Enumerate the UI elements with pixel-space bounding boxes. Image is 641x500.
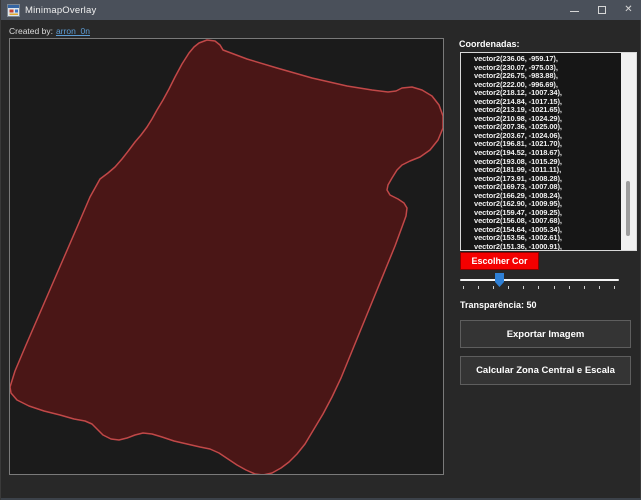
transparency-label: Transparência: 50: [460, 300, 537, 310]
zone-polygon: [10, 40, 443, 474]
created-by-label: Created by:: [9, 26, 53, 36]
coordinates-listbox[interactable]: vector2(236.06, -959.17),vector2(230.07,…: [460, 52, 637, 251]
slider-ticks: [463, 286, 615, 289]
coordinates-label: Coordenadas:: [459, 39, 520, 49]
created-by: Created by:arron_0n: [9, 26, 90, 36]
vertical-scrollbar[interactable]: [621, 53, 636, 250]
author-link[interactable]: arron_0n: [56, 26, 90, 36]
close-button-icon[interactable]: ✕: [615, 0, 641, 20]
choose-color-button[interactable]: Escolher Cor: [460, 252, 539, 270]
window-title: MinimapOverlay: [25, 5, 96, 16]
coordinates-list: vector2(236.06, -959.17),vector2(230.07,…: [461, 55, 621, 251]
maximize-button-icon[interactable]: [588, 0, 615, 20]
calculate-zone-button[interactable]: Calcular Zona Central e Escala: [460, 356, 631, 385]
transparency-slider-thumb[interactable]: [495, 273, 504, 287]
export-image-button[interactable]: Exportar Imagem: [460, 320, 631, 348]
minimap-canvas: [9, 38, 444, 475]
transparency-slider-track[interactable]: [460, 279, 619, 281]
minimize-button-icon[interactable]: [561, 0, 588, 20]
title-bar: MinimapOverlay ✕: [1, 0, 641, 20]
scrollbar-thumb[interactable]: [626, 181, 630, 236]
list-item[interactable]: vector2(151.36, -1000.91),: [461, 243, 621, 251]
app-icon: [7, 4, 20, 17]
